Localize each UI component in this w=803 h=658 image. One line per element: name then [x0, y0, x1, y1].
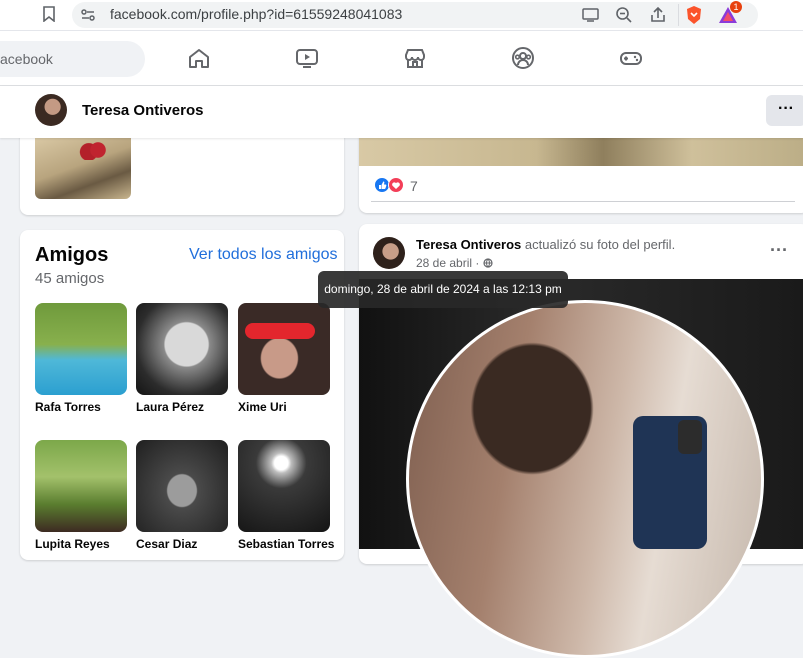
bookmark-icon[interactable]: [42, 6, 56, 27]
post-date-text[interactable]: 28 de abril: [416, 256, 472, 270]
previous-post-image[interactable]: [359, 138, 803, 166]
zoom-out-icon[interactable]: [615, 6, 633, 29]
profile-photo[interactable]: [406, 300, 764, 658]
friend-photo[interactable]: [35, 440, 127, 532]
share-icon[interactable]: [649, 6, 667, 29]
post-action-text: actualizó su foto del perfil.: [521, 237, 676, 252]
post-options-button[interactable]: ···: [770, 240, 788, 261]
home-icon[interactable]: [187, 46, 211, 70]
site-settings-icon[interactable]: [80, 7, 96, 28]
profile-name[interactable]: Teresa Ontiveros: [82, 102, 203, 119]
phone-camera: [678, 420, 702, 454]
search-text: acebook: [0, 51, 53, 67]
profile-more-button[interactable]: ···: [766, 95, 803, 126]
see-all-friends-link[interactable]: Ver todos los amigos: [189, 246, 338, 264]
gaming-icon[interactable]: [619, 46, 643, 70]
marketplace-icon[interactable]: [403, 46, 427, 70]
rewards-badge: 1: [730, 1, 742, 13]
brave-shields-icon[interactable]: [685, 5, 703, 30]
post-date[interactable]: 28 de abril ·: [416, 256, 493, 270]
photo-thumbnail[interactable]: [35, 138, 131, 199]
reactions-summary[interactable]: [374, 177, 406, 198]
friend-photo[interactable]: [136, 303, 228, 395]
friend-photo[interactable]: [238, 303, 330, 395]
globe-icon: [483, 256, 493, 270]
profile-avatar[interactable]: [35, 94, 67, 126]
sunglasses-overlay: [245, 323, 315, 339]
friend-name[interactable]: Rafa Torres: [35, 400, 101, 414]
date-tooltip: domingo, 28 de abril de 2024 a las 12:13…: [318, 271, 568, 308]
cast-icon[interactable]: [582, 7, 600, 28]
friend-photo[interactable]: [35, 303, 127, 395]
post-divider: [371, 201, 795, 202]
reaction-count[interactable]: 7: [410, 178, 418, 194]
friend-photo[interactable]: [136, 440, 228, 532]
post-author-name[interactable]: Teresa Ontiveros: [416, 237, 521, 252]
video-icon[interactable]: [295, 46, 319, 70]
url-text[interactable]: facebook.com/profile.php?id=615592480410…: [110, 6, 402, 22]
groups-icon[interactable]: [511, 46, 535, 70]
post-header: Teresa Ontiveros actualizó su foto del p…: [416, 237, 675, 252]
friend-name[interactable]: Laura Pérez: [136, 400, 204, 414]
friend-photo[interactable]: [238, 440, 330, 532]
post-author-avatar[interactable]: [373, 237, 405, 269]
friends-count: 45 amigos: [35, 270, 105, 287]
friend-name[interactable]: Xime Uri: [238, 400, 287, 414]
toolbar-divider: [678, 4, 679, 26]
friends-title[interactable]: Amigos: [35, 244, 108, 267]
